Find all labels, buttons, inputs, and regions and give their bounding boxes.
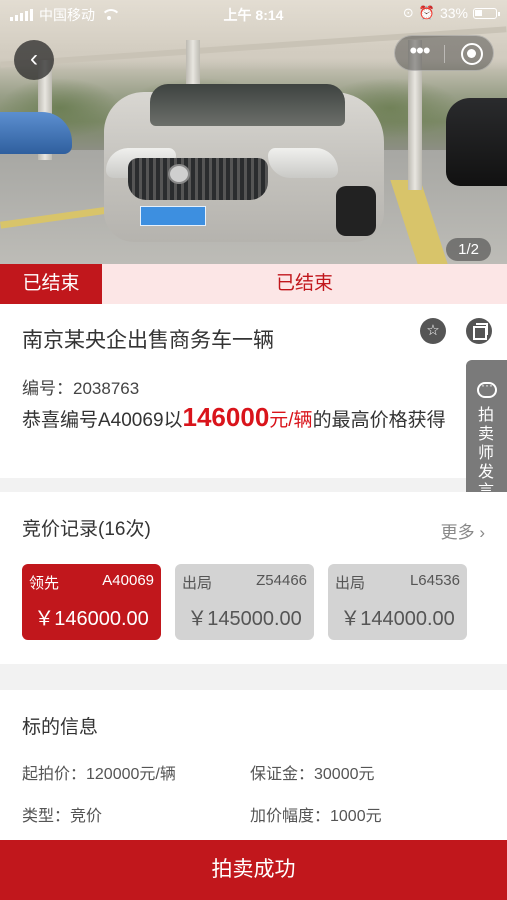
alarm-icon: ⏰ <box>418 5 435 20</box>
winner-message-prefix: 恭喜编号A40069以 <box>22 410 183 431</box>
battery-icon <box>473 7 500 19</box>
chevron-left-icon: ‹ <box>30 45 38 72</box>
final-price: 146000 <box>182 402 270 432</box>
status-text: 已结束 <box>275 273 333 294</box>
favorite-button[interactable]: ☆ <box>420 318 446 344</box>
auctioneer-speech-label: 拍卖师发言 <box>477 407 494 500</box>
bid-amount: ￥146000.00 <box>34 608 149 630</box>
chat-bubble-icon <box>477 378 497 398</box>
background-car <box>446 98 507 186</box>
winner-message-suffix: 的最高价格获得 <box>312 410 446 431</box>
status-tag: 已结束 <box>0 264 102 304</box>
target-info-section: 标的信息 起拍价：120000元/辆 保证金：30000元 类型：竞价 加价幅度… <box>0 690 507 840</box>
item-info-card: 南京某央企出售商务车一辆 ☆ 编号：2038763 恭喜编号A40069以146… <box>0 304 507 478</box>
mini-program-capsule: ••• <box>394 35 494 71</box>
lot-label: 编号： <box>22 379 73 398</box>
star-icon: ☆ <box>426 322 440 339</box>
auctioneer-speech-tab[interactable]: 拍卖师发言 <box>466 360 507 506</box>
photo-counter: 1/2 <box>446 238 491 261</box>
back-button[interactable]: ‹ <box>14 40 54 80</box>
license-plate <box>140 206 206 226</box>
bid-record-card[interactable]: 出局 Z54466 ￥145000.00 <box>175 564 314 640</box>
more-menu-button[interactable]: ••• <box>395 36 444 72</box>
auction-status-ribbon: 已结束 已结束 <box>0 264 507 304</box>
chevron-right-icon: › <box>479 523 485 542</box>
background-car <box>0 112 72 154</box>
bid-amount: ￥145000.00 <box>187 608 302 630</box>
start-price: 起拍价：120000元/辆 <box>22 766 176 783</box>
capsule-divider <box>444 45 445 63</box>
grille <box>128 158 268 200</box>
more-bids-link[interactable]: 更多 › <box>441 518 485 543</box>
bidder-id: A40069 <box>102 572 154 589</box>
headlight <box>268 148 338 178</box>
close-mini-program-button[interactable] <box>461 43 483 65</box>
bid-status: 领先 <box>29 575 60 592</box>
bid-status: 出局 <box>182 575 213 592</box>
copy-button[interactable] <box>466 318 492 344</box>
auction-success-button[interactable]: 拍卖成功 <box>0 840 507 900</box>
bid-status: 出局 <box>335 575 366 592</box>
bid-amount: ￥144000.00 <box>340 608 455 630</box>
lot-value: 2038763 <box>73 379 140 398</box>
bid-records-title: 竞价记录(16次) <box>22 519 151 540</box>
battery-percent: 33% <box>439 5 468 21</box>
winner-message: 恭喜编号A40069以146000元/辆的最高价格获得 <box>22 400 478 438</box>
bidder-id: Z54466 <box>256 572 307 589</box>
target-info-title: 标的信息 <box>22 717 99 738</box>
deposit: 保证金：30000元 <box>250 766 375 783</box>
lot-number: 编号：2038763 <box>22 374 139 399</box>
car-emblem <box>168 164 190 184</box>
orientation-lock-icon: ⊙ <box>402 5 414 20</box>
price-unit: 元/辆 <box>269 410 313 431</box>
sedan-windshield <box>150 84 345 126</box>
status-bar: 中国移动 上午 8:14 ⊙ ⏰ 33% <box>0 0 507 28</box>
auction-type: 类型：竞价 <box>22 808 103 825</box>
wheel <box>336 186 376 236</box>
bidder-id: L64536 <box>409 572 460 589</box>
dots-icon: ••• <box>409 38 430 63</box>
bid-record-card[interactable]: 出局 L64536 ￥144000.00 <box>328 564 467 640</box>
bid-record-card[interactable]: 领先 A40069 ￥146000.00 <box>22 564 161 640</box>
more-label: 更多 <box>440 523 475 542</box>
bid-records-section: 竞价记录(16次) 更多 › 领先 A40069 ￥146000.00 出局 Z… <box>0 492 507 664</box>
item-title: 南京某央企出售商务车一辆 <box>22 329 274 352</box>
bid-increment: 加价幅度：1000元 <box>250 808 382 825</box>
